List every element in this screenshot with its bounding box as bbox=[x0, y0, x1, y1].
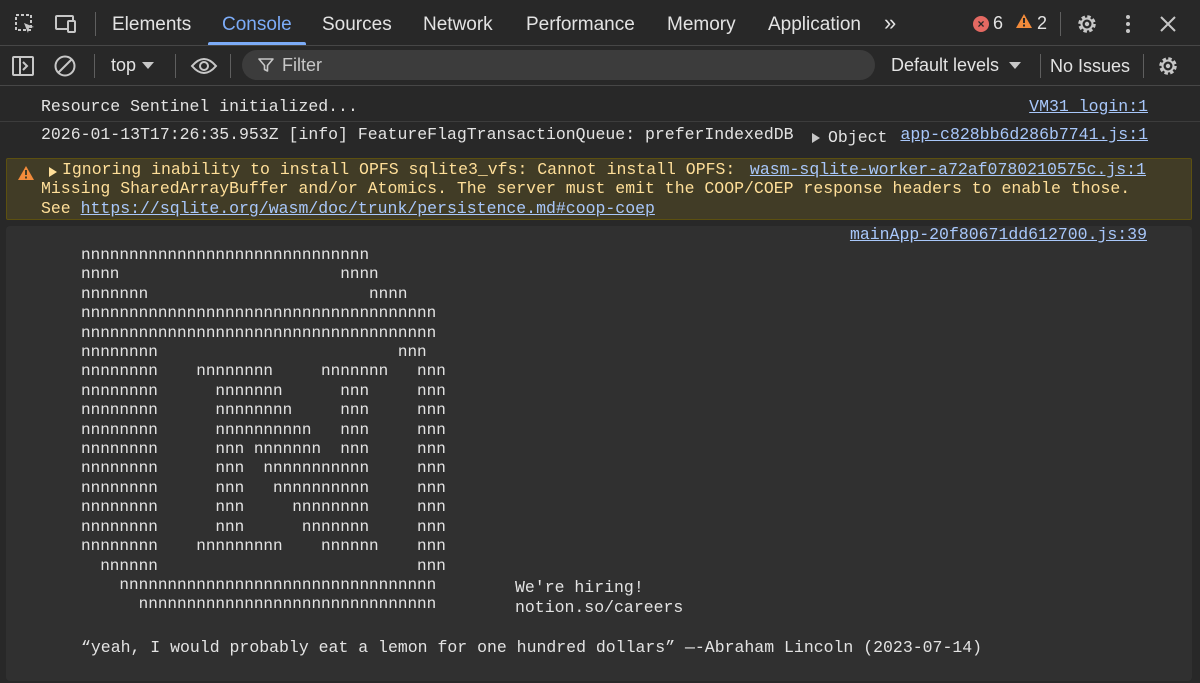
hiring-text: We're hiring! bbox=[515, 578, 644, 597]
separator bbox=[1060, 12, 1061, 36]
chevron-down-icon bbox=[142, 57, 155, 75]
sidebar-toggle-icon[interactable] bbox=[10, 53, 36, 79]
warning-line-1: Ignoring inability to install OPFS sqlit… bbox=[62, 160, 736, 179]
log-levels-dropdown[interactable]: Default levels bbox=[891, 55, 1022, 76]
tab-sources[interactable]: Sources bbox=[322, 14, 392, 36]
devtools-tabbar: Elements Console Sources Network Perform… bbox=[0, 0, 1200, 46]
warning-triangle-icon bbox=[17, 165, 35, 186]
more-options-icon[interactable] bbox=[1115, 11, 1141, 37]
error-count: 6 bbox=[993, 13, 1004, 33]
error-count-badge[interactable]: × 6 bbox=[973, 13, 1003, 34]
source-link[interactable]: mainApp-20f80671dd612700.js:39 bbox=[850, 225, 1147, 244]
settings-gear-icon[interactable] bbox=[1074, 11, 1100, 37]
separator bbox=[230, 54, 231, 78]
log-levels-label: Default levels bbox=[891, 55, 1000, 75]
warning-line-3: See https://sqlite.org/wasm/doc/trunk/pe… bbox=[41, 199, 655, 218]
separator bbox=[175, 54, 176, 78]
docs-link[interactable]: https://sqlite.org/wasm/doc/trunk/persis… bbox=[81, 199, 655, 218]
console-message: 2026-01-13T17:26:35.953Z [info] FeatureF… bbox=[0, 122, 1200, 154]
tab-application[interactable]: Application bbox=[768, 14, 861, 36]
tab-memory[interactable]: Memory bbox=[667, 14, 736, 36]
source-link[interactable]: wasm-sqlite-worker-a72af0780210575c.js:1 bbox=[750, 160, 1146, 179]
quote-text: “yeah, I would probably eat a lemon for … bbox=[81, 638, 983, 657]
inspect-element-icon[interactable] bbox=[12, 11, 38, 37]
expand-triangle-icon bbox=[812, 132, 820, 143]
chevron-down-icon bbox=[1009, 57, 1022, 75]
separator bbox=[94, 54, 95, 78]
warning-count-badge[interactable]: 2 bbox=[1015, 13, 1047, 34]
warning-message: Ignoring inability to install OPFS sqlit… bbox=[6, 158, 1192, 220]
message-text: Resource Sentinel initialized... bbox=[41, 97, 358, 116]
warning-triangle-icon bbox=[1015, 13, 1033, 34]
active-tab-indicator bbox=[208, 42, 306, 45]
issues-button[interactable]: No Issues bbox=[1050, 56, 1130, 77]
ascii-art-message: mainApp-20f80671dd612700.js:39 nnnnnnnnn… bbox=[6, 225, 1192, 681]
console-settings-gear-icon[interactable] bbox=[1155, 53, 1181, 79]
separator bbox=[1040, 54, 1041, 78]
message-text: 2026-01-13T17:26:35.953Z [info] FeatureF… bbox=[41, 125, 794, 144]
tab-network[interactable]: Network bbox=[423, 14, 493, 36]
clear-console-icon[interactable] bbox=[52, 53, 78, 79]
object-label: Object bbox=[828, 128, 888, 147]
notion-ascii-logo: nnnnnnnnnnnnnnnnnnnnnnnnnnnnnn nnnn nnnn… bbox=[81, 246, 446, 614]
console-message: Resource Sentinel initialized... VM31 lo… bbox=[0, 86, 1200, 116]
source-link[interactable]: app-c828bb6d286b7741.js:1 bbox=[900, 125, 1148, 144]
tab-elements[interactable]: Elements bbox=[112, 14, 191, 36]
separator bbox=[1143, 54, 1144, 78]
filter-funnel-icon bbox=[258, 57, 274, 73]
console-output: Resource Sentinel initialized... VM31 lo… bbox=[0, 86, 1200, 683]
error-icon: × bbox=[973, 15, 989, 32]
context-selector[interactable]: top bbox=[111, 55, 155, 76]
context-value: top bbox=[111, 55, 137, 75]
tab-performance[interactable]: Performance bbox=[526, 14, 635, 36]
separator bbox=[95, 12, 96, 36]
close-icon[interactable] bbox=[1155, 11, 1181, 37]
source-link[interactable]: VM31 login:1 bbox=[1029, 97, 1148, 116]
more-tabs-button[interactable]: » bbox=[884, 10, 896, 36]
warning-see-text: See bbox=[41, 199, 81, 218]
filter-box bbox=[242, 50, 875, 80]
device-toolbar-icon[interactable] bbox=[53, 11, 79, 37]
object-expander[interactable]: Object bbox=[812, 128, 887, 147]
careers-text: notion.so/careers bbox=[515, 598, 684, 617]
live-expression-eye-icon[interactable] bbox=[189, 53, 219, 79]
warning-line-2: Missing SharedArrayBuffer and/or Atomics… bbox=[41, 179, 1131, 198]
tab-console[interactable]: Console bbox=[222, 14, 292, 36]
warning-count: 2 bbox=[1037, 13, 1048, 33]
console-toolbar: top Default levels No Issues bbox=[0, 46, 1200, 86]
filter-input[interactable] bbox=[282, 54, 842, 76]
